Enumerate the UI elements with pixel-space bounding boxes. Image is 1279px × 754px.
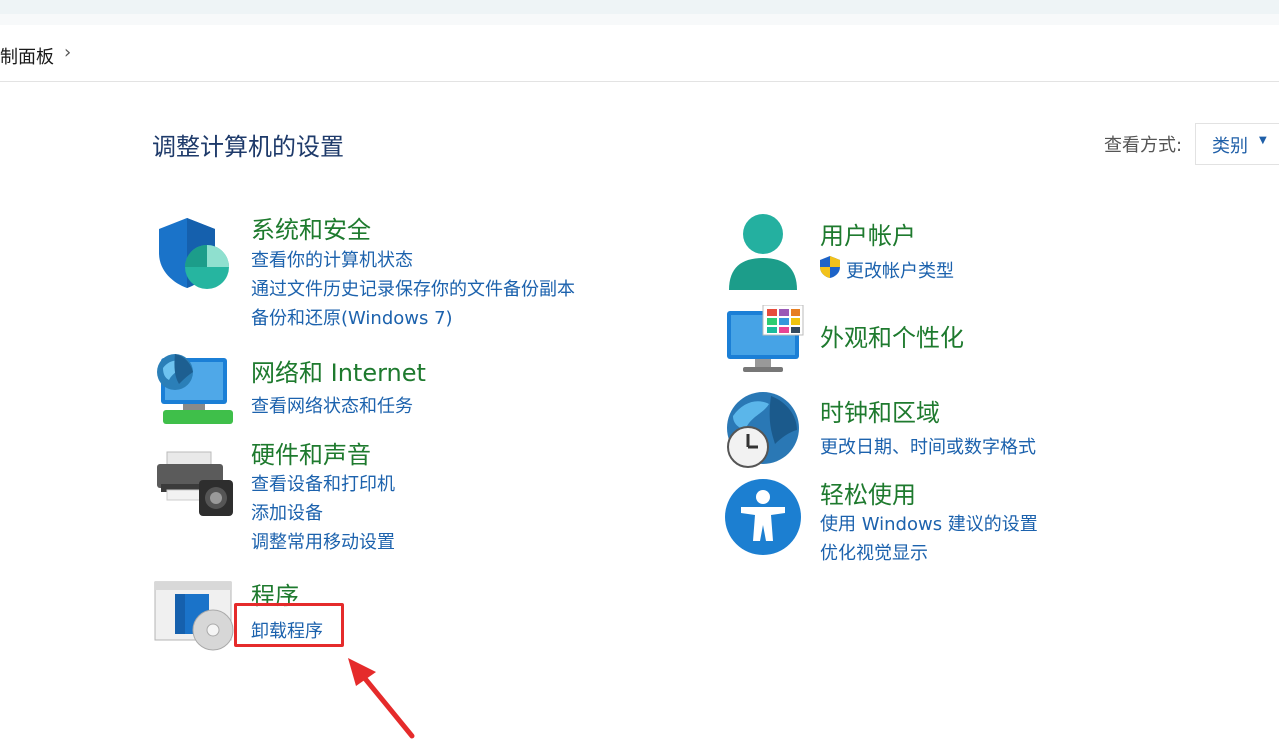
accessibility-icon[interactable] — [723, 477, 803, 557]
link-add-device[interactable]: 添加设备 — [251, 499, 323, 525]
shield-icon[interactable] — [155, 215, 233, 291]
link-optimize-visual-display[interactable]: 优化视觉显示 — [820, 539, 928, 565]
page-title: 调整计算机的设置 — [152, 133, 344, 161]
address-bar[interactable] — [0, 25, 1279, 82]
printer-icon[interactable] — [155, 448, 235, 518]
category-network-internet[interactable]: 网络和 Internet — [251, 353, 426, 388]
chevron-down-icon[interactable]: ▼ — [1259, 135, 1267, 146]
user-icon[interactable] — [725, 212, 801, 292]
view-by-label: 查看方式: — [1104, 135, 1183, 156]
programs-icon[interactable] — [153, 580, 235, 652]
breadcrumb-chevron-icon[interactable]: › — [64, 42, 71, 63]
window-top-strip — [0, 0, 1279, 14]
window-toolbar-strip — [0, 14, 1279, 25]
link-file-history-backup[interactable]: 通过文件历史记录保存你的文件备份副本 — [251, 275, 575, 301]
uac-shield-icon — [820, 256, 840, 278]
view-by-value[interactable]: 类别 — [1212, 132, 1248, 158]
category-system-security[interactable]: 系统和安全 — [251, 210, 371, 245]
link-change-date-time-format[interactable]: 更改日期、时间或数字格式 — [820, 433, 1036, 459]
category-clock-region[interactable]: 时钟和区域 — [820, 393, 940, 428]
link-view-computer-status[interactable]: 查看你的计算机状态 — [251, 246, 413, 272]
network-globe-icon[interactable] — [155, 350, 235, 426]
link-change-account-type[interactable]: 更改帐户类型 — [846, 257, 954, 283]
category-user-accounts[interactable]: 用户帐户 — [820, 216, 916, 251]
highlight-box — [234, 603, 344, 647]
link-devices-printers[interactable]: 查看设备和打印机 — [251, 470, 395, 496]
link-network-status[interactable]: 查看网络状态和任务 — [251, 392, 413, 418]
link-mobility-settings[interactable]: 调整常用移动设置 — [251, 528, 395, 554]
link-backup-restore[interactable]: 备份和还原(Windows 7) — [251, 304, 453, 330]
category-appearance[interactable]: 外观和个性化 — [820, 318, 964, 353]
pointer-arrow-icon — [348, 658, 415, 739]
appearance-monitor-icon[interactable] — [725, 305, 805, 375]
category-hardware-sound[interactable]: 硬件和声音 — [251, 435, 371, 470]
category-ease-of-access[interactable]: 轻松使用 — [820, 475, 916, 510]
clock-globe-icon[interactable] — [723, 390, 803, 470]
breadcrumb-control-panel[interactable]: 制面板 — [0, 43, 54, 69]
link-recommended-settings[interactable]: 使用 Windows 建议的设置 — [820, 510, 1038, 536]
